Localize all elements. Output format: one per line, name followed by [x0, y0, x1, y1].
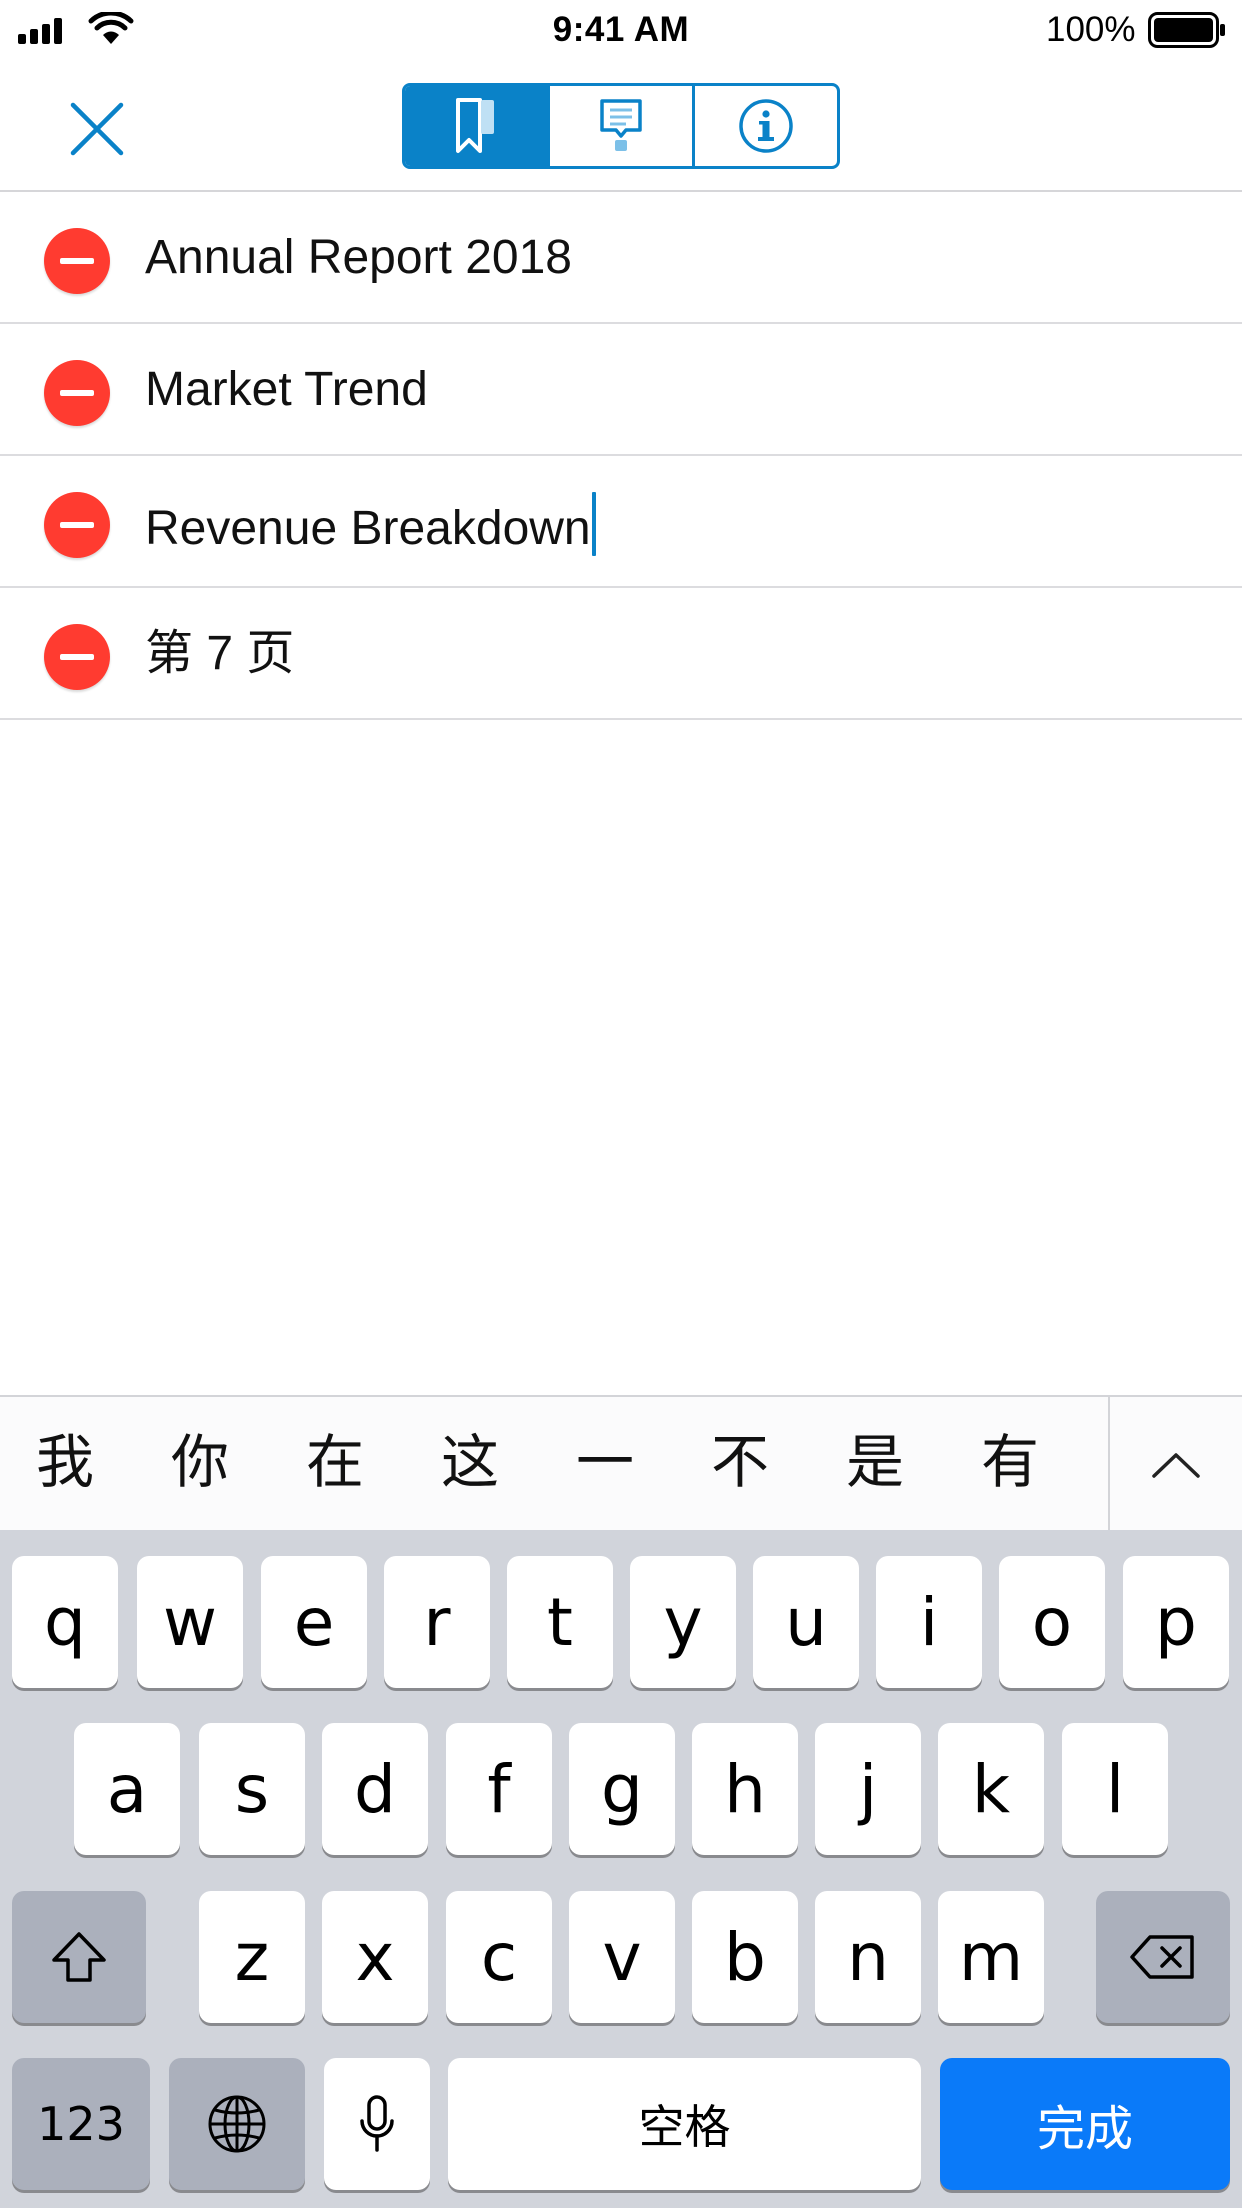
expand-candidates-button[interactable]: [1110, 1397, 1242, 1532]
tab-bookmarks[interactable]: [405, 86, 547, 166]
key-o[interactable]: o: [999, 1556, 1105, 1688]
key-c[interactable]: c: [446, 1891, 552, 2023]
backspace-icon: [1130, 1935, 1194, 1979]
shift-icon: [52, 1932, 106, 1982]
chevron-up-icon: [1152, 1452, 1200, 1478]
text-cursor: [591, 492, 596, 556]
shift-key[interactable]: [12, 1891, 146, 2023]
key-p[interactable]: p: [1123, 1556, 1229, 1688]
comment-icon: [600, 99, 642, 151]
key-b[interactable]: b: [692, 1891, 798, 2023]
key-u[interactable]: u: [753, 1556, 859, 1688]
list-item[interactable]: 第 7 页: [0, 588, 1242, 720]
key-a[interactable]: a: [74, 1723, 180, 1855]
key-m[interactable]: m: [938, 1891, 1044, 2023]
bookmark-title[interactable]: Market Trend: [145, 360, 428, 420]
key-h[interactable]: h: [692, 1723, 798, 1855]
key-k[interactable]: k: [938, 1723, 1044, 1855]
key-j[interactable]: j: [815, 1723, 921, 1855]
microphone-icon: [360, 2095, 394, 2152]
key-l[interactable]: l: [1062, 1723, 1168, 1855]
candidate-word[interactable]: 是: [846, 1427, 904, 1497]
delete-button[interactable]: [44, 228, 110, 294]
info-icon: [739, 99, 793, 153]
tab-comments[interactable]: [547, 86, 692, 166]
list-item[interactable]: Market Trend: [0, 324, 1242, 456]
key-t[interactable]: t: [507, 1556, 613, 1688]
key-y[interactable]: y: [630, 1556, 736, 1688]
numbers-key[interactable]: 123: [12, 2058, 150, 2190]
candidate-word[interactable]: 有: [981, 1427, 1039, 1497]
bookmark-title-text: Revenue Breakdown: [145, 502, 591, 555]
status-bar: 9:41 AM 100%: [0, 0, 1242, 62]
battery-percentage: 100%: [1046, 10, 1136, 49]
candidate-word[interactable]: 不: [711, 1427, 769, 1497]
candidate-word[interactable]: 在: [306, 1427, 364, 1497]
key-r[interactable]: r: [384, 1556, 490, 1688]
key-g[interactable]: g: [569, 1723, 675, 1855]
delete-button[interactable]: [44, 492, 110, 558]
done-key[interactable]: 完成: [940, 2058, 1230, 2190]
candidate-bar: 我 你 在 这 一 不 是 有: [0, 1395, 1242, 1532]
close-icon: [70, 102, 124, 156]
key-n[interactable]: n: [815, 1891, 921, 2023]
view-segmented-control: [402, 83, 840, 169]
key-f[interactable]: f: [446, 1723, 552, 1855]
key-q[interactable]: q: [12, 1556, 118, 1688]
keyboard: q w e r t y u i o p a s d f g h j k l z …: [0, 1530, 1242, 2208]
list-item[interactable]: Revenue Breakdown: [0, 456, 1242, 588]
candidate-word[interactable]: 这: [441, 1427, 499, 1497]
close-button[interactable]: [60, 92, 134, 166]
list-item[interactable]: Annual Report 2018: [0, 192, 1242, 324]
bookmark-icon: [456, 98, 494, 153]
globe-icon: [208, 2095, 266, 2153]
candidate-word[interactable]: 一: [576, 1427, 634, 1497]
battery-icon: [1148, 12, 1225, 48]
globe-key[interactable]: [169, 2058, 305, 2190]
space-key[interactable]: 空格: [448, 2058, 921, 2190]
key-z[interactable]: z: [199, 1891, 305, 2023]
bookmark-title-input[interactable]: Revenue Breakdown: [145, 492, 596, 559]
candidate-word[interactable]: 我: [36, 1427, 94, 1497]
bookmark-title[interactable]: Annual Report 2018: [145, 228, 572, 288]
key-s[interactable]: s: [199, 1723, 305, 1855]
nav-bar: [0, 62, 1242, 192]
key-w[interactable]: w: [137, 1556, 243, 1688]
delete-key[interactable]: [1096, 1891, 1230, 2023]
key-v[interactable]: v: [569, 1891, 675, 2023]
candidate-word[interactable]: 你: [171, 1427, 229, 1497]
dictation-key[interactable]: [324, 2058, 430, 2190]
tab-info[interactable]: [692, 86, 837, 166]
bookmark-title[interactable]: 第 7 页: [145, 624, 294, 684]
key-d[interactable]: d: [322, 1723, 428, 1855]
key-i[interactable]: i: [876, 1556, 982, 1688]
bookmark-list: Annual Report 2018 Market Trend Revenue …: [0, 192, 1242, 720]
delete-button[interactable]: [44, 360, 110, 426]
key-e[interactable]: e: [261, 1556, 367, 1688]
delete-button[interactable]: [44, 624, 110, 690]
key-x[interactable]: x: [322, 1891, 428, 2023]
